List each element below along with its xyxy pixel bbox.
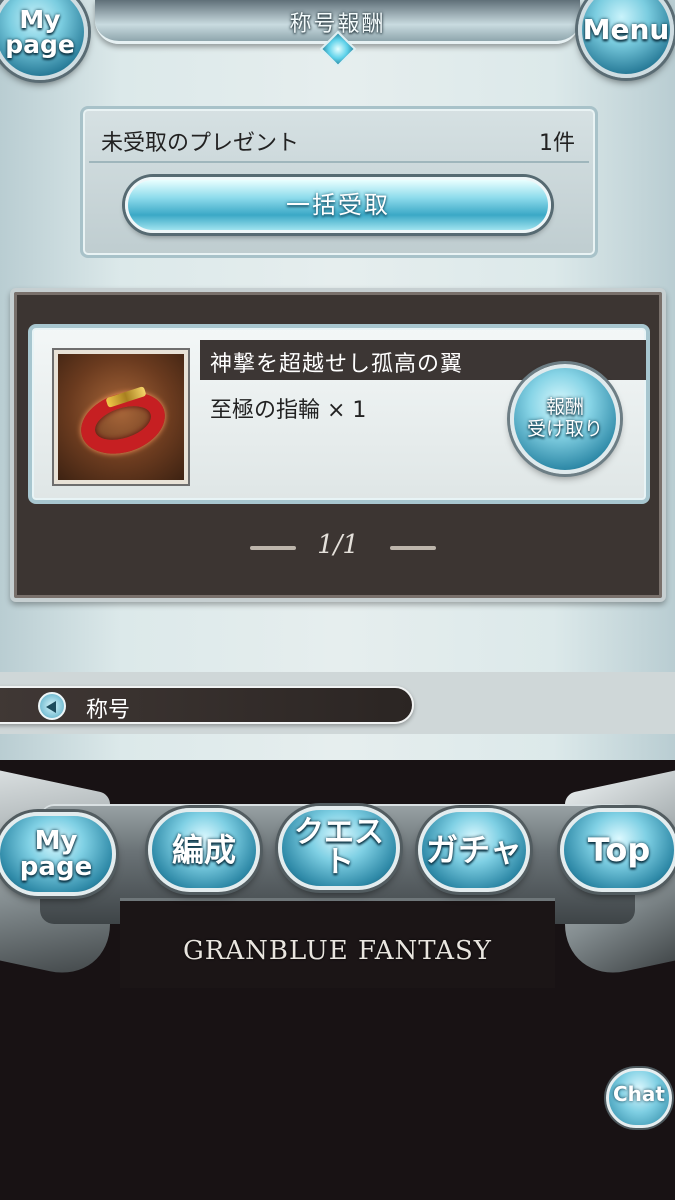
bottom-nav: My page 編成 クエスト ガチャ Top GRANBLUE FANTASY: [0, 762, 675, 998]
reward-item: 至極の指輪 × 1: [210, 398, 367, 423]
reward-card: 神撃を超越せし孤高の翼 至極の指輪 × 1 報酬 受け取り: [28, 324, 650, 504]
game-logo: GRANBLUE FANTASY: [183, 936, 492, 966]
ring-icon: [54, 350, 188, 484]
nav-gacha-button[interactable]: ガチャ: [418, 808, 530, 892]
title-bar: 称号報酬: [95, 0, 580, 44]
present-box: 未受取のプレゼント 1件 一括受取: [80, 106, 598, 258]
nav-mypage-button[interactable]: My page: [0, 812, 116, 896]
breadcrumb-label: 称号: [86, 698, 131, 723]
nav-top-button[interactable]: Top: [560, 808, 675, 892]
page-indicator: 1/1: [317, 530, 359, 560]
header: 称号報酬 My page Menu: [0, 0, 675, 95]
nav-quest-button[interactable]: クエスト: [278, 806, 400, 890]
mypage-button[interactable]: My page: [0, 0, 88, 80]
nav-party-button[interactable]: 編成: [148, 808, 260, 892]
chat-button[interactable]: Chat: [606, 1068, 672, 1128]
claim-label-line2: 受け取り: [526, 418, 603, 440]
bulk-receive-button[interactable]: 一括受取: [125, 177, 551, 233]
present-row: 未受取のプレゼント 1件: [89, 115, 589, 163]
reward-panel: 神撃を超越せし孤高の翼 至極の指輪 × 1 報酬 受け取り 1/1: [10, 288, 666, 602]
page-title: 称号報酬: [289, 12, 386, 37]
pager-ornament-right: [390, 546, 436, 550]
claim-label-line1: 報酬: [545, 396, 584, 419]
menu-button[interactable]: Menu: [578, 0, 674, 78]
back-arrow-icon[interactable]: [38, 692, 66, 720]
present-label: 未受取のプレゼント: [101, 131, 300, 156]
reward-title: 神撃を超越せし孤高の翼: [210, 352, 464, 377]
claim-reward-button[interactable]: 報酬 受け取り: [510, 364, 620, 474]
breadcrumb[interactable]: 称号: [0, 686, 414, 724]
present-count: 1件: [539, 131, 575, 156]
